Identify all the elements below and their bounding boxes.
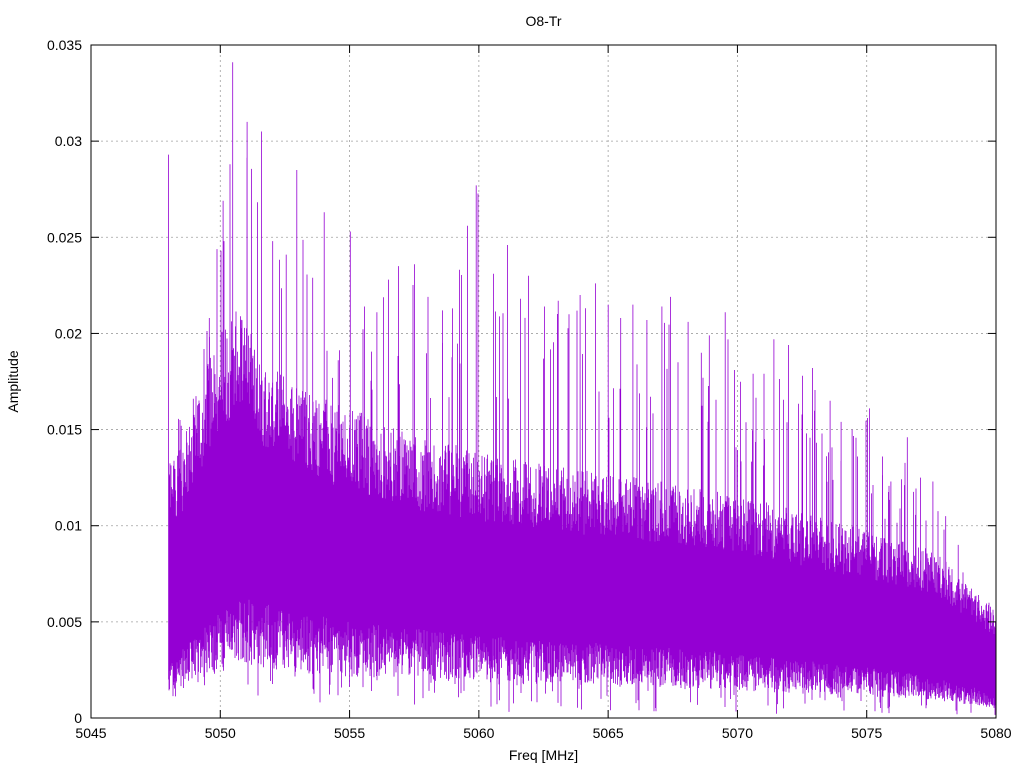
y-tick-label: 0.035 bbox=[47, 37, 82, 53]
x-tick-label: 5045 bbox=[75, 725, 106, 741]
chart-title: O8-Tr bbox=[525, 13, 561, 29]
y-tick-label: 0.03 bbox=[55, 133, 82, 149]
y-tick-label: 0.015 bbox=[47, 422, 82, 438]
x-tick-label: 5065 bbox=[593, 725, 624, 741]
x-tick-label: 5080 bbox=[980, 725, 1011, 741]
y-axis-label: Amplitude bbox=[5, 350, 21, 412]
y-tick-label: 0.02 bbox=[55, 325, 82, 341]
x-tick-label: 5050 bbox=[205, 725, 236, 741]
y-tick-label: 0.01 bbox=[55, 518, 82, 534]
x-tick-label: 5070 bbox=[722, 725, 753, 741]
y-tick-label: 0 bbox=[74, 710, 82, 726]
x-tick-label: 5060 bbox=[463, 725, 494, 741]
y-tick-label: 0.005 bbox=[47, 614, 82, 630]
x-tick-label: 5075 bbox=[851, 725, 882, 741]
amplitude-spectrum-chart: 5045 5050 5055 5060 5065 5070 5075 5080 0 0.005 0.… bbox=[0, 0, 1024, 768]
x-axis-label: Freq [MHz] bbox=[509, 747, 578, 763]
y-tick-label: 0.025 bbox=[47, 229, 82, 245]
x-tick-label: 5055 bbox=[334, 725, 365, 741]
